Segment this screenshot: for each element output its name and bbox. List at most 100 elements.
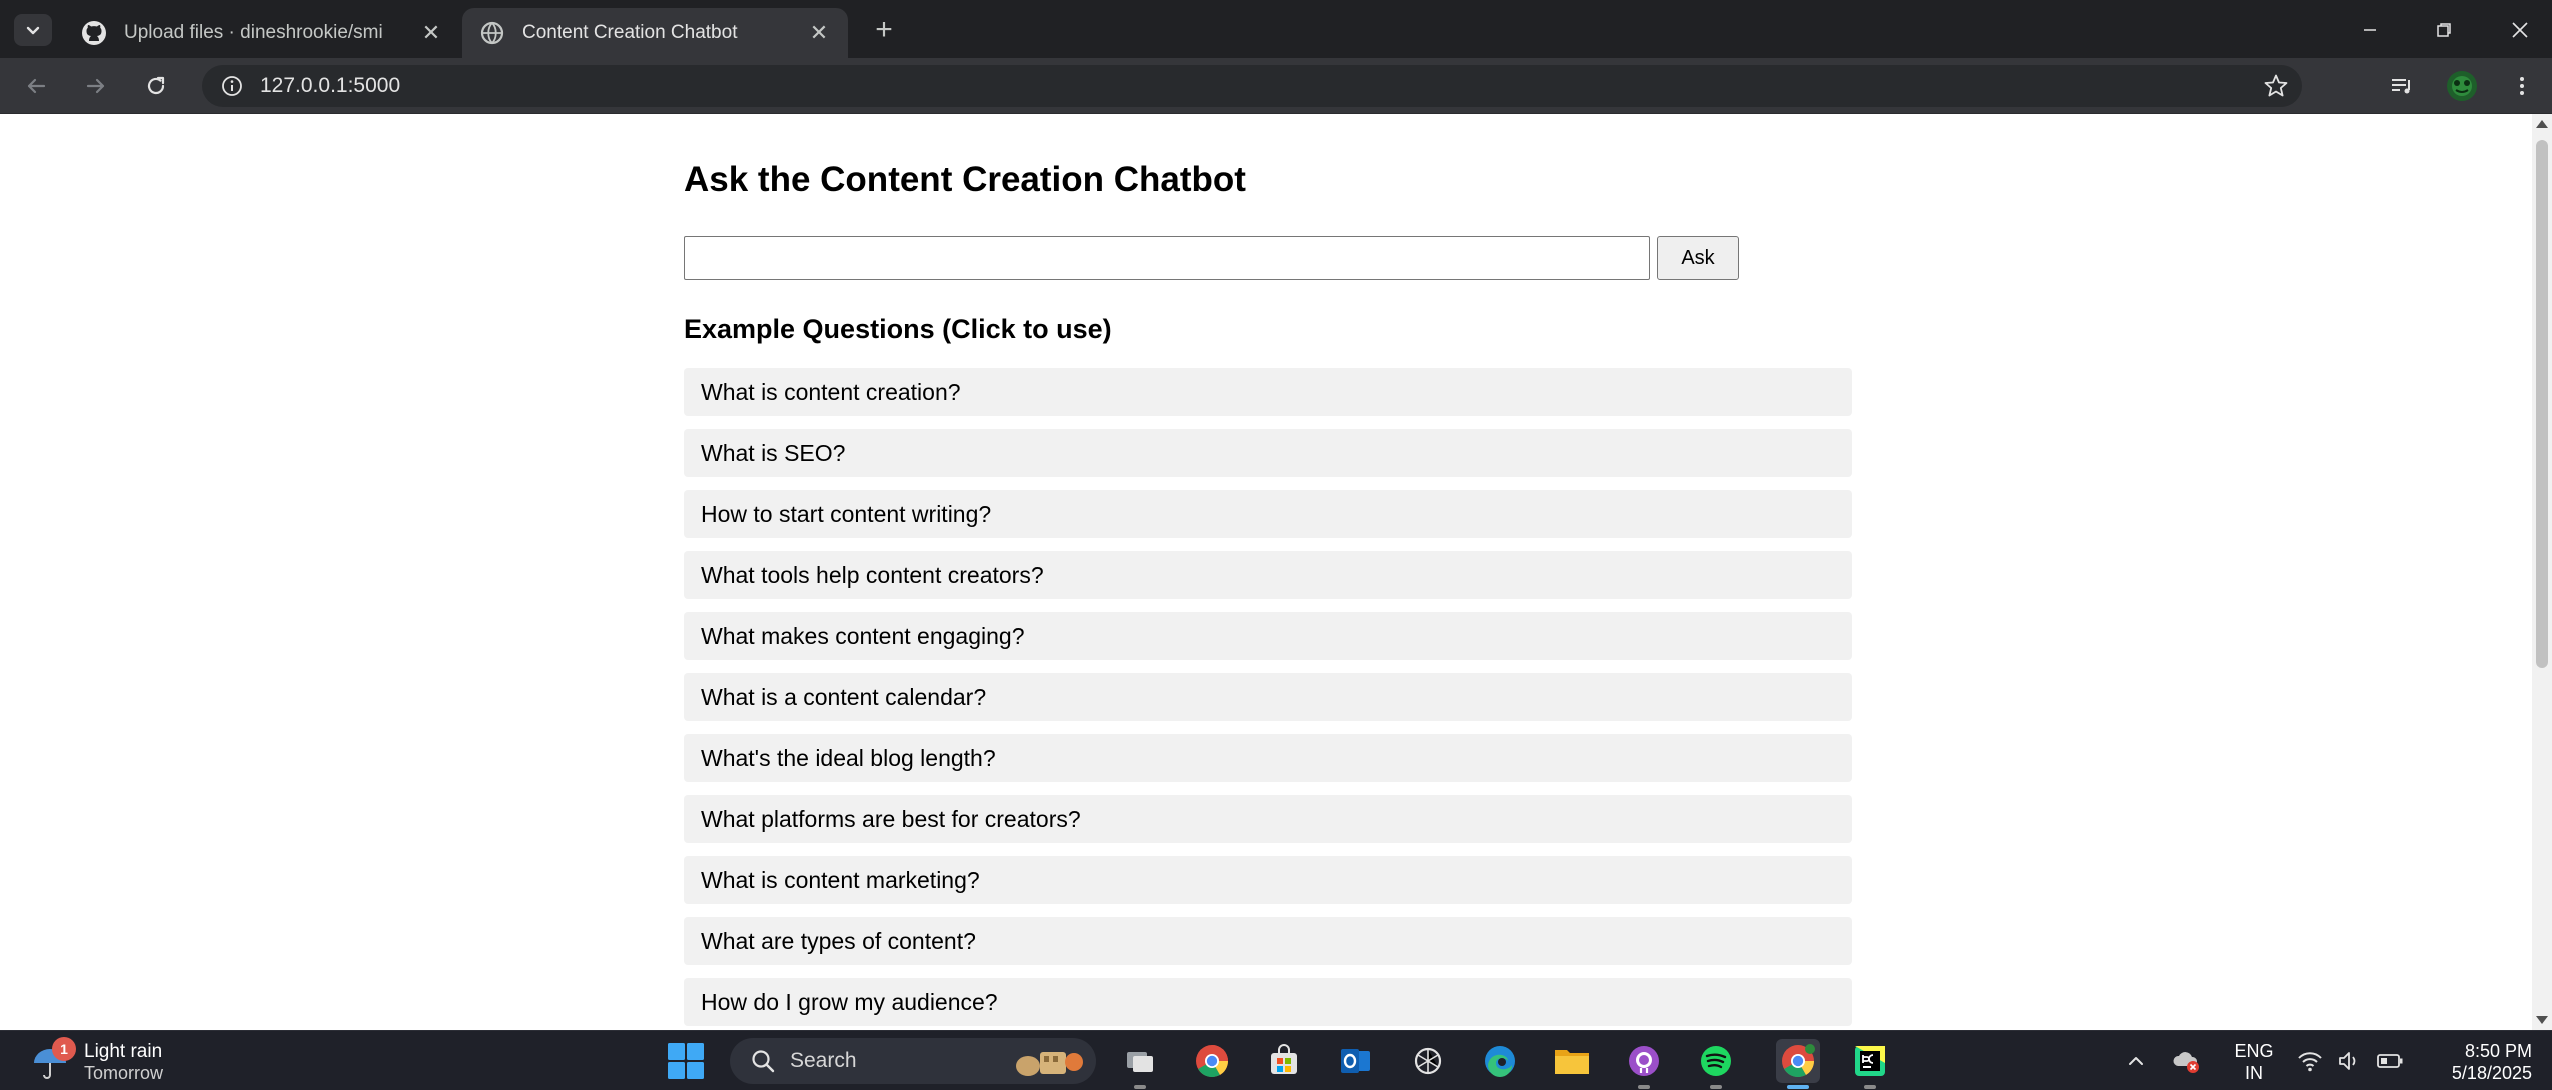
ask-button[interactable]: Ask xyxy=(1657,236,1739,280)
running-indicator xyxy=(1787,1085,1809,1089)
chevron-down-icon xyxy=(26,26,40,35)
scroll-up-arrow-icon[interactable] xyxy=(2536,120,2548,128)
search-icon xyxy=(752,1050,775,1073)
address-bar[interactable]: 127.0.0.1:5000 xyxy=(202,65,2302,107)
wifi-icon xyxy=(2298,1052,2322,1072)
scroll-down-arrow-icon[interactable] xyxy=(2536,1016,2548,1024)
tab-search-button[interactable] xyxy=(14,14,52,46)
forward-button[interactable] xyxy=(78,68,114,104)
browser-tabstrip: Upload files · dineshrookie/smi ✕ Conten… xyxy=(0,0,2552,58)
browser-menu-button[interactable] xyxy=(2504,68,2540,104)
battery-icon xyxy=(2377,1054,2403,1068)
taskbar-outlook[interactable] xyxy=(1334,1039,1378,1083)
pycharm-icon xyxy=(1855,1046,1885,1076)
example-question[interactable]: What is content creation? xyxy=(684,368,1852,416)
address-url: 127.0.0.1:5000 xyxy=(260,74,401,97)
reload-icon xyxy=(147,76,165,95)
weather-widget[interactable]: 1 Light rain Tomorrow xyxy=(30,1037,230,1085)
example-question[interactable]: What's the ideal blog length? xyxy=(684,734,1852,782)
site-info-button[interactable] xyxy=(210,65,254,107)
example-question[interactable]: What is content marketing? xyxy=(684,856,1852,904)
tray-volume[interactable] xyxy=(2334,1045,2366,1077)
tray-cloud-error[interactable] xyxy=(2170,1045,2202,1077)
globe-icon xyxy=(480,21,504,45)
start-button[interactable] xyxy=(666,1041,706,1081)
language-code: ENG xyxy=(2234,1041,2274,1061)
taskbar-task-view[interactable] xyxy=(1118,1039,1162,1089)
weather-forecast-time: Tomorrow xyxy=(84,1063,164,1083)
tab-title: Upload files · dineshrookie/smi xyxy=(124,22,383,43)
minimize-icon xyxy=(2364,29,2376,31)
github-desktop-icon xyxy=(1629,1046,1659,1076)
search-label: Search xyxy=(790,1049,857,1072)
tray-battery[interactable] xyxy=(2374,1045,2406,1077)
close-icon[interactable]: ✕ xyxy=(806,20,832,46)
taskbar-github-desktop[interactable] xyxy=(1622,1039,1666,1089)
minimize-button[interactable] xyxy=(2348,8,2392,52)
profile-avatar-button[interactable] xyxy=(2444,68,2480,104)
taskbar-chrome-active[interactable] xyxy=(1776,1039,1820,1089)
chevron-up-icon xyxy=(2129,1057,2143,1065)
avatar-icon xyxy=(2447,71,2477,101)
taskbar-chatgpt[interactable] xyxy=(1406,1039,1450,1083)
taskbar-search[interactable]: Search xyxy=(730,1038,1096,1084)
outlook-icon xyxy=(1341,1049,1370,1073)
taskbar-pycharm[interactable] xyxy=(1848,1039,1892,1089)
question-input[interactable] xyxy=(684,236,1650,280)
cloud-error-icon xyxy=(2173,1052,2199,1073)
windows-taskbar: 1 Light rain Tomorrow Search ENG IN 8:50… xyxy=(0,1030,2552,1090)
taskbar-file-explorer[interactable] xyxy=(1550,1039,1594,1083)
new-tab-button[interactable]: + xyxy=(866,12,902,48)
restore-icon xyxy=(2437,23,2451,37)
info-icon xyxy=(222,76,242,96)
example-question[interactable]: What is SEO? xyxy=(684,429,1852,477)
page-viewport: Ask the Content Creation Chatbot Ask Exa… xyxy=(0,114,2552,1030)
page-scrollbar[interactable] xyxy=(2532,114,2552,1030)
reload-button[interactable] xyxy=(138,68,174,104)
windows-logo-icon xyxy=(668,1043,704,1079)
taskbar-chrome[interactable] xyxy=(1190,1039,1234,1083)
kebab-menu-icon xyxy=(2520,77,2524,95)
folder-icon xyxy=(1555,1050,1589,1074)
page-title: Ask the Content Creation Chatbot xyxy=(684,160,1246,199)
tray-wifi[interactable] xyxy=(2294,1045,2326,1077)
running-indicator xyxy=(1710,1085,1722,1089)
input-language[interactable]: ENG IN xyxy=(2226,1040,2282,1084)
clock-time: 8:50 PM xyxy=(2464,1041,2532,1061)
reading-list-button[interactable] xyxy=(2384,68,2420,104)
store-icon xyxy=(1271,1044,1297,1074)
arrow-right-icon xyxy=(86,78,105,94)
github-icon xyxy=(82,21,106,45)
weather-condition: Light rain xyxy=(84,1041,163,1062)
example-question[interactable]: What is a content calendar? xyxy=(684,673,1852,721)
star-icon xyxy=(2264,74,2288,97)
notification-badge: 1 xyxy=(52,1037,76,1061)
tab-content-creation-chatbot[interactable]: Content Creation Chatbot ✕ xyxy=(462,8,848,58)
running-indicator xyxy=(1638,1085,1650,1089)
back-button[interactable] xyxy=(18,68,54,104)
tab-upload-files[interactable]: Upload files · dineshrookie/smi ✕ xyxy=(64,8,460,58)
restore-button[interactable] xyxy=(2422,8,2466,52)
example-question[interactable]: How to start content writing? xyxy=(684,490,1852,538)
chrome-icon xyxy=(1196,1045,1228,1078)
region-code: IN xyxy=(2245,1063,2263,1083)
example-question[interactable]: What tools help content creators? xyxy=(684,551,1852,599)
taskbar-ms-store[interactable] xyxy=(1262,1039,1306,1083)
scrollbar-thumb[interactable] xyxy=(2536,140,2548,668)
example-question[interactable]: How do I grow my audience? xyxy=(684,978,1852,1026)
close-icon[interactable]: ✕ xyxy=(418,20,444,46)
arrow-left-icon xyxy=(27,78,46,94)
running-indicator xyxy=(1864,1085,1876,1089)
taskbar-spotify[interactable] xyxy=(1694,1039,1738,1089)
bookmark-button[interactable] xyxy=(2260,70,2292,102)
close-window-button[interactable] xyxy=(2498,8,2542,52)
tab-title: Content Creation Chatbot xyxy=(522,22,738,43)
example-question[interactable]: What makes content engaging? xyxy=(684,612,1852,660)
taskbar-edge[interactable] xyxy=(1478,1039,1522,1083)
example-question[interactable]: What are types of content? xyxy=(684,917,1852,965)
show-hidden-icons-button[interactable] xyxy=(2120,1045,2152,1077)
taskbar-clock[interactable]: 8:50 PM 5/18/2025 xyxy=(2412,1040,2532,1084)
example-question[interactable]: What platforms are best for creators? xyxy=(684,795,1852,843)
example-questions-list: What is content creation? What is SEO? H… xyxy=(684,368,1852,1030)
media-list-icon xyxy=(2392,79,2410,94)
